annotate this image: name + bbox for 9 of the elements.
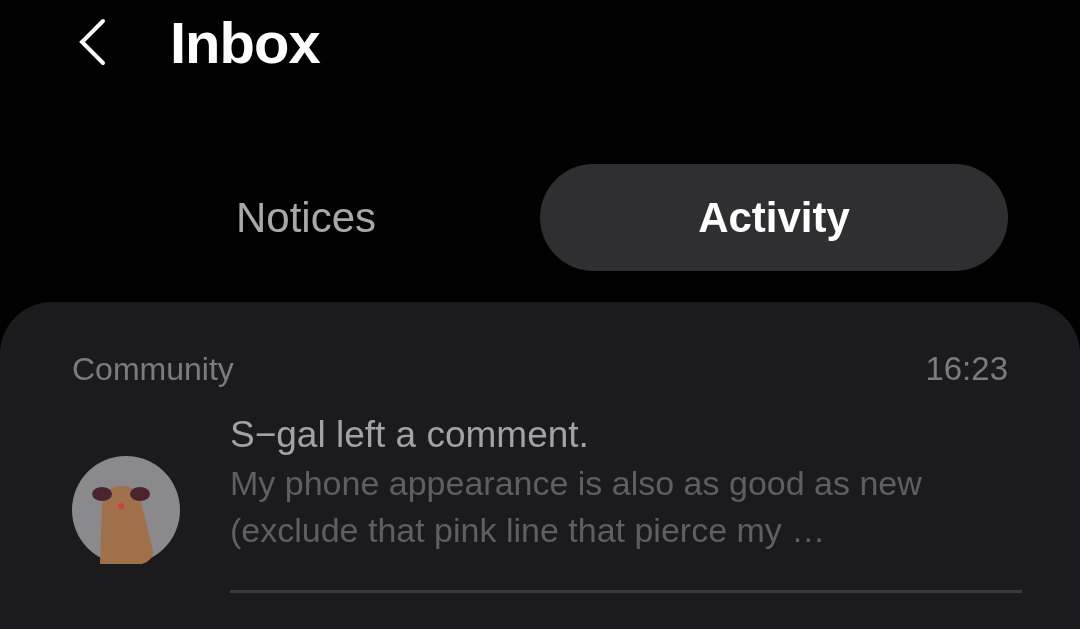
tab[interactable]: Notices xyxy=(72,164,540,271)
notification-title: S−gal left a comment. xyxy=(230,413,590,457)
timestamp: 16:23 xyxy=(925,350,1008,388)
page-title: Inbox xyxy=(170,8,320,76)
category-label: Community xyxy=(72,350,234,388)
comment-preview: My phone appearance is also as good as new (exclude that pink line that pierce my … xyxy=(230,463,923,551)
back-icon xyxy=(77,18,107,66)
tab[interactable]: Activity xyxy=(540,164,1008,271)
avatar-icon xyxy=(72,456,180,564)
